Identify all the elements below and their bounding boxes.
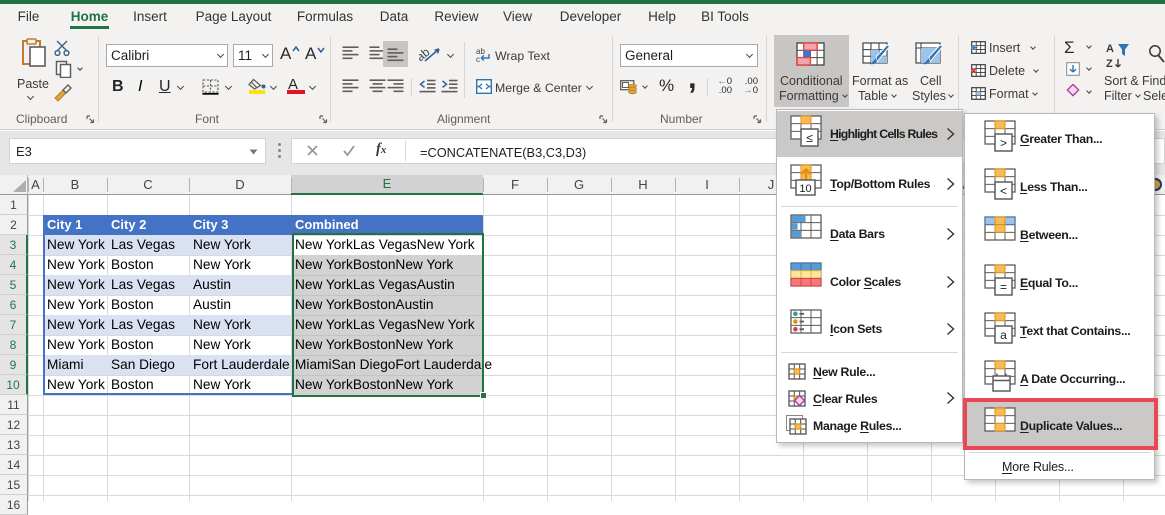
- svg-text:>: >: [1000, 136, 1007, 150]
- svg-text:A: A: [1106, 43, 1114, 55]
- svg-text:<: <: [1000, 184, 1007, 198]
- svg-text:10: 10: [799, 183, 811, 195]
- svg-text:Z: Z: [1106, 58, 1113, 69]
- svg-text:c: c: [476, 55, 480, 62]
- svg-text:=: =: [1000, 280, 1007, 294]
- svg-text:a: a: [1000, 328, 1007, 342]
- svg-text:≤: ≤: [806, 131, 813, 145]
